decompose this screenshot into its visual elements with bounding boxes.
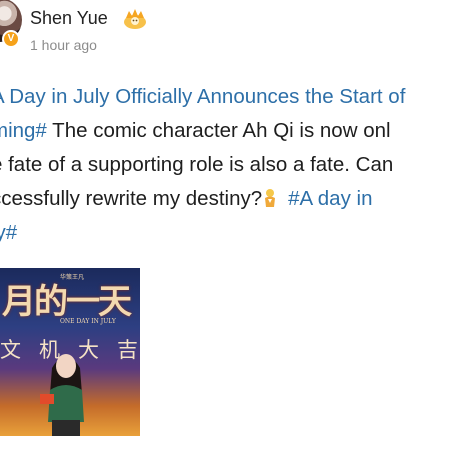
hashtag-link[interactable]: A Day in July Officially Announces the S…	[0, 80, 450, 114]
post-timestamp: 1 hour ago	[30, 37, 97, 53]
poster-title: 月的一天	[2, 282, 132, 322]
poster-blessing-char: 文	[0, 338, 21, 362]
post-text-segment: ccessfully rewrite my destiny?	[0, 187, 263, 210]
verified-badge: V	[2, 30, 20, 48]
poster-small-text: 华策王凡	[60, 275, 85, 281]
hashtag-link[interactable]: ming#	[0, 119, 47, 142]
post-body: A Day in July Officially Announces the S…	[0, 80, 450, 250]
praying-figure-emoji-icon	[265, 189, 276, 207]
person-figure	[40, 354, 84, 436]
poster-blessing-char: 吉	[117, 338, 138, 362]
post-text-segment: The comic character Ah Qi is now onl	[46, 119, 391, 142]
crown-icon	[124, 9, 146, 29]
hashtag-link[interactable]: ly#	[0, 216, 450, 250]
username[interactable]: Shen Yue	[30, 8, 108, 29]
post-image[interactable]: 月的一天 华策王凡 ONE DAY IN JULY 文 机 大 吉	[0, 268, 140, 436]
weibo-post-card: V Shen Yue 1 hour ago A Day in July Offi…	[0, 0, 450, 450]
poster-subtitle: ONE DAY IN JULY	[60, 318, 116, 325]
hashtag-link[interactable]: #A day in	[288, 187, 372, 210]
post-text-segment: e fate of a supporting role is also a fa…	[0, 153, 394, 176]
